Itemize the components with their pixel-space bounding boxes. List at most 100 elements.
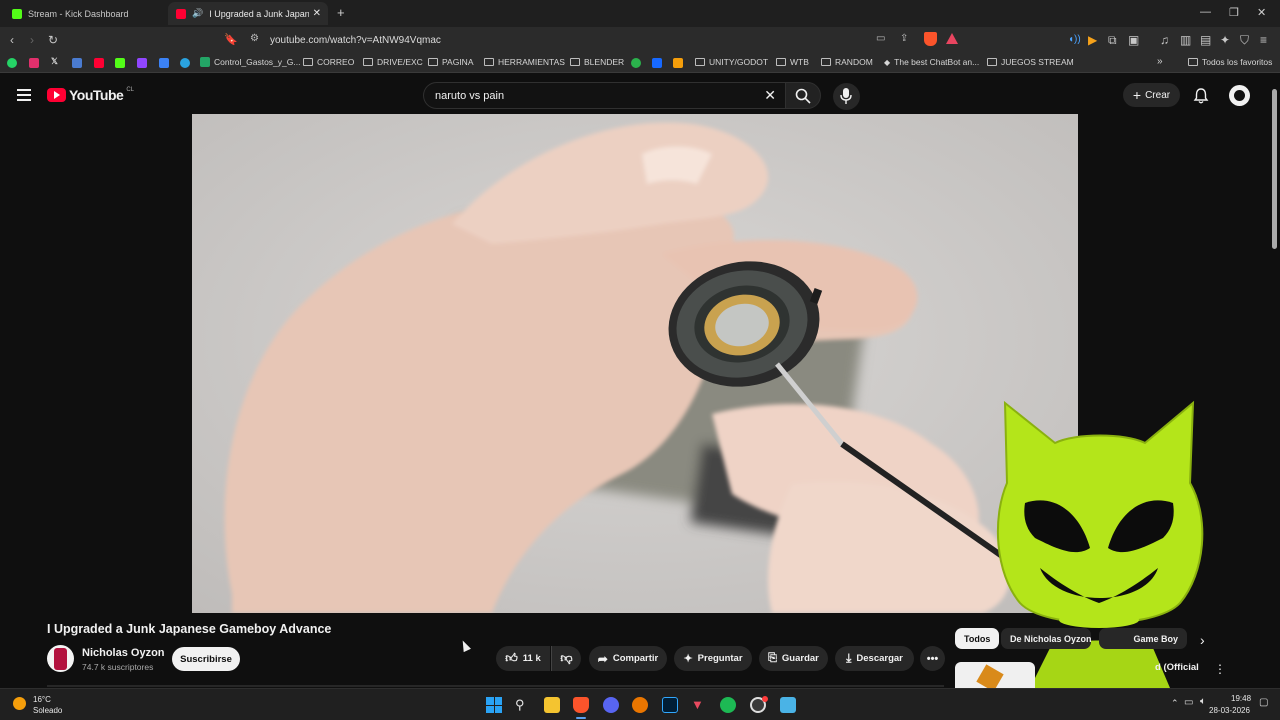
discord-icon[interactable]	[603, 697, 619, 713]
save-button[interactable]: ⎘ Guardar	[759, 646, 828, 671]
bookmark-random[interactable]: RANDOM	[821, 57, 873, 67]
menu-icon[interactable]: ≡	[1260, 32, 1267, 48]
address-bar[interactable]: ⚙ youtube.com/watch?v=AtNW94Vqmac ▭ ⇪	[244, 30, 966, 50]
chip-from-channel[interactable]: De Nicholas Oyzon	[1001, 628, 1091, 649]
back-icon[interactable]: ‹	[10, 32, 14, 48]
close-tab-icon[interactable]: ✕	[313, 8, 321, 19]
share-button[interactable]: ➦ Compartir	[589, 646, 667, 671]
voice-search-button[interactable]	[833, 83, 860, 110]
video-player[interactable]	[192, 114, 1078, 613]
bookmark-control-gastos[interactable]: Control_Gastos_y_G...	[200, 57, 300, 67]
site-info-icon[interactable]: ⚙	[250, 33, 259, 44]
kick-bookmark-icon[interactable]	[115, 58, 125, 68]
behance-icon[interactable]	[652, 58, 662, 68]
cast-icon[interactable]: ▭	[876, 33, 885, 44]
sidebar-icon[interactable]: ▥	[1180, 32, 1191, 48]
notifications-bell-icon[interactable]	[1193, 88, 1209, 104]
search-button[interactable]	[785, 82, 821, 109]
mail-icon[interactable]	[72, 58, 82, 68]
chip-all[interactable]: Todos	[955, 628, 1000, 649]
app-triangle-icon[interactable]: ▼	[691, 697, 707, 713]
volume-icon[interactable]: 🔈︎	[1200, 696, 1206, 707]
more-actions-button[interactable]: •••	[920, 646, 945, 671]
twitch-icon[interactable]	[137, 58, 147, 68]
dislike-button[interactable]: 👎︎	[551, 646, 581, 671]
all-favorites[interactable]: Todos los favoritos	[1188, 57, 1272, 67]
windows-taskbar: 16°C Soleado ⚲ ▼ ⌃ ▭ 🔈︎ 19:48 28-03-2026…	[0, 688, 1280, 720]
extensions-icon[interactable]: ⧉	[1108, 32, 1117, 48]
app-bookmark-icon[interactable]	[673, 58, 683, 68]
up-next-thumbnail[interactable]	[955, 662, 1035, 688]
ask-button[interactable]: ✦ Preguntar	[674, 646, 752, 671]
search-taskbar-icon[interactable]: ⚲	[515, 697, 531, 713]
brave-browser-icon[interactable]	[573, 697, 589, 713]
new-tab-button[interactable]: +	[337, 5, 345, 20]
x-icon[interactable]: 𝕏	[51, 56, 58, 67]
photoshop-icon[interactable]	[662, 697, 678, 713]
tab-youtube-video[interactable]: 🔊 I Upgraded a Junk Japanese G ✕	[168, 2, 328, 25]
bookmark-wtb[interactable]: WTB	[776, 57, 809, 67]
clock-time[interactable]: 19:48	[1231, 694, 1251, 703]
bookmark-blender[interactable]: BLENDER	[570, 57, 624, 67]
pen-icon[interactable]	[159, 58, 169, 68]
page-scrollbar[interactable]	[1271, 79, 1277, 687]
channel-name[interactable]: Nicholas Oyzon	[82, 647, 165, 659]
bookmark-correo[interactable]: CORREO	[303, 57, 354, 67]
start-windows-icon[interactable]	[486, 697, 502, 713]
bookmark-unity-godot[interactable]: UNITY/GODOT	[695, 57, 768, 67]
share-icon[interactable]: ⇪	[900, 33, 908, 44]
up-next-more-icon[interactable]: ⋮	[1214, 662, 1226, 676]
blender-icon[interactable]	[632, 697, 648, 713]
minimize-button[interactable]: —	[1200, 6, 1211, 18]
search-input[interactable]: naruto vs pain ✕	[423, 82, 785, 109]
youtube-logo[interactable]: YouTube CL	[47, 87, 134, 103]
tab-kick-dashboard[interactable]: Stream - Kick Dashboard	[4, 2, 164, 25]
brave-rewards-icon[interactable]	[946, 33, 958, 44]
close-window-button[interactable]: ✕	[1257, 6, 1266, 19]
instagram-icon[interactable]	[29, 58, 39, 68]
chip-game-boy[interactable]: Game Boy	[1099, 628, 1187, 649]
brave-shields-icon[interactable]	[924, 32, 937, 46]
chip-scroll-right-icon[interactable]: ›	[1200, 632, 1205, 648]
forward-icon[interactable]: ›	[30, 32, 34, 48]
account-avatar[interactable]	[1229, 85, 1250, 106]
bookmark-drive-exc[interactable]: DRIVE/EXC	[363, 57, 423, 67]
subscribe-button[interactable]: Suscribirse	[172, 647, 240, 671]
media-control-icon[interactable]: ♫	[1160, 32, 1169, 48]
download-button[interactable]: ⤓ Descargar	[835, 646, 914, 671]
bookmark-chatbot[interactable]: ◆ The best ChatBot an...	[884, 57, 979, 67]
create-button[interactable]: + Crear	[1123, 83, 1180, 107]
notepad-icon[interactable]	[780, 697, 796, 713]
like-button[interactable]: 👍︎ 11 k	[496, 646, 550, 671]
extension-audio-icon[interactable]: ◖))	[1068, 32, 1081, 48]
bookmark-herramientas[interactable]: HERRAMIENTAS	[484, 57, 565, 67]
channel-avatar[interactable]	[47, 645, 74, 672]
bookmark-page-icon[interactable]: 🔖	[224, 32, 238, 48]
wallet-icon[interactable]: ▤	[1200, 32, 1211, 48]
bookmark-juegos-stream[interactable]: JUEGOS STREAM	[987, 57, 1074, 67]
bookmark-pagina[interactable]: PAGINA	[428, 57, 474, 67]
folder-icon	[987, 58, 997, 66]
whatsapp-icon[interactable]	[7, 58, 17, 68]
more-bookmarks-icon[interactable]: »	[1157, 56, 1163, 67]
network-icon[interactable]: ▭	[1184, 697, 1193, 708]
youtube-bookmark-icon[interactable]	[94, 58, 104, 68]
reload-icon[interactable]: ↻	[48, 32, 58, 48]
maximize-button[interactable]: ❐	[1229, 6, 1239, 19]
clock-date[interactable]: 28-03-2026	[1209, 706, 1250, 715]
clear-search-icon[interactable]: ✕	[764, 87, 776, 104]
guide-menu-icon[interactable]	[17, 89, 31, 101]
up-next-title[interactable]: d (Official	[1155, 662, 1199, 673]
notifications-icon[interactable]: ▢	[1259, 697, 1268, 708]
vpn-icon[interactable]: ⛉	[1240, 32, 1249, 48]
spotify-icon[interactable]	[720, 697, 736, 713]
file-explorer-icon[interactable]	[544, 697, 560, 713]
telegram-icon[interactable]	[180, 58, 190, 68]
tray-overflow-icon[interactable]: ⌃	[1171, 698, 1179, 709]
leo-ai-icon[interactable]: ✦	[1220, 32, 1230, 48]
feedly-icon[interactable]	[631, 58, 641, 68]
extension-play-icon[interactable]: ▶	[1088, 32, 1097, 48]
weather-sun-icon[interactable]	[13, 697, 26, 710]
subscriber-count: 74.7 k suscriptores	[82, 662, 154, 672]
extension-box-icon[interactable]: ▣	[1128, 32, 1139, 48]
